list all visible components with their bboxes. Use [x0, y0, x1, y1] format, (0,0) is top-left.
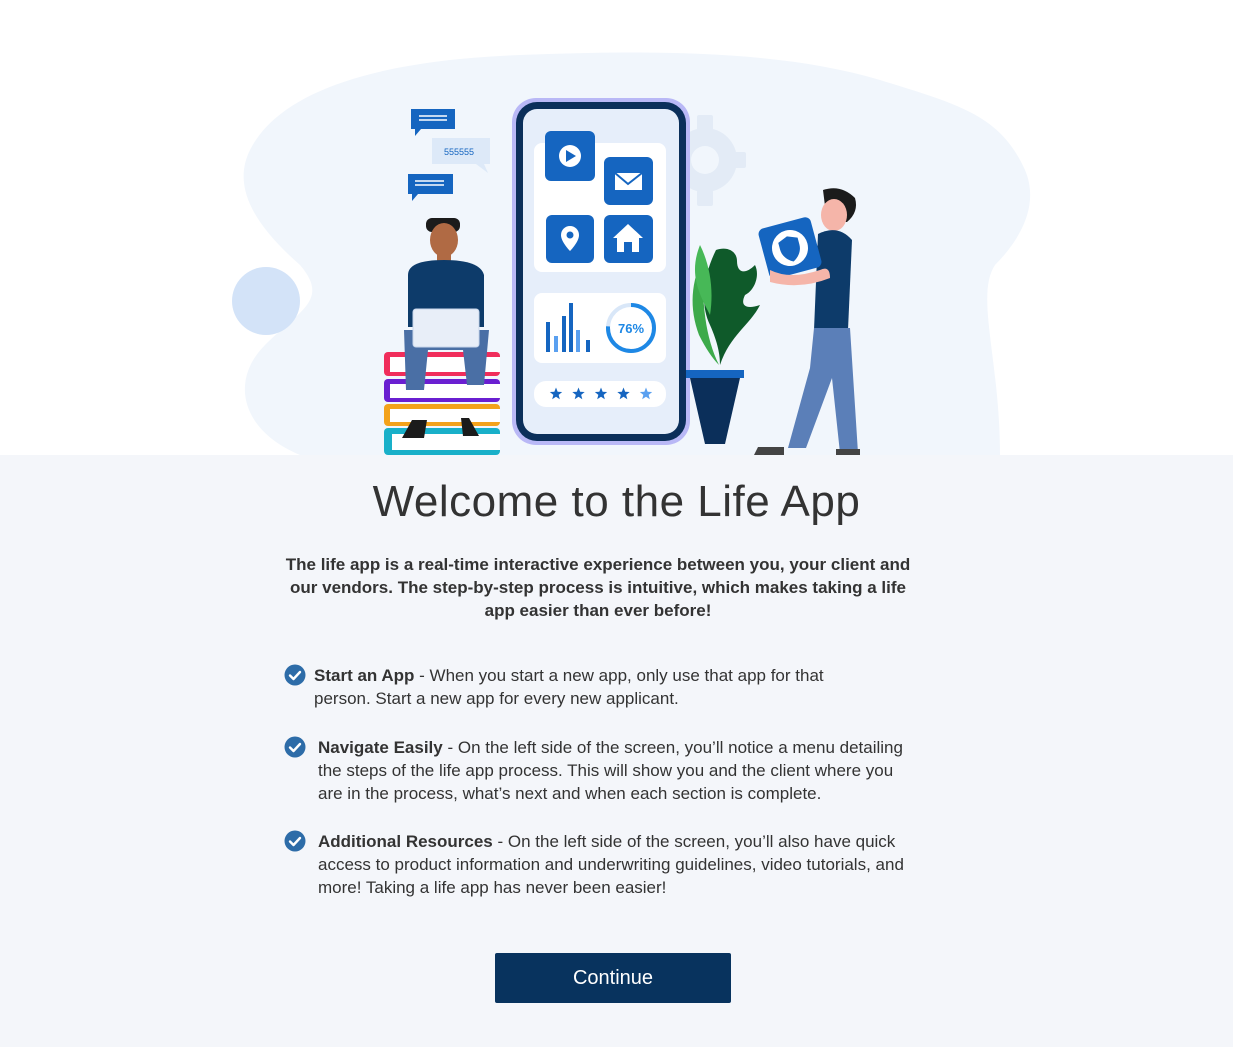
- phone-mockup: 76%: [512, 98, 690, 445]
- illustration-svg: 555555 76%: [232, 52, 1031, 455]
- progress-label: 76%: [618, 321, 644, 336]
- intro-text: The life app is a real-time interactive …: [285, 555, 911, 620]
- feature-term: Additional Resources: [318, 832, 493, 851]
- feature-text: Start an App - When you start a new app,…: [314, 664, 864, 710]
- chat-bubble-text: 555555: [444, 147, 474, 157]
- feature-navigate-easily: Navigate Easily - On the left side of th…: [284, 736, 924, 805]
- feature-term: Navigate Easily: [318, 738, 443, 757]
- feature-text: Navigate Easily - On the left side of th…: [318, 736, 922, 805]
- feature-term: Start an App: [314, 666, 415, 685]
- stats-card: [534, 293, 666, 363]
- page-title: Welcome to the Life App: [372, 477, 861, 526]
- check-circle-icon: [284, 830, 306, 852]
- check-circle-icon: [284, 664, 306, 686]
- feature-start-app: Start an App - When you start a new app,…: [284, 664, 864, 710]
- feature-additional-resources: Additional Resources - On the left side …: [284, 830, 924, 899]
- hero-illustration: 555555 76%: [0, 0, 1233, 455]
- check-circle-icon: [284, 736, 306, 758]
- decorative-circle: [232, 267, 300, 335]
- feature-text: Additional Resources - On the left side …: [318, 830, 922, 899]
- welcome-content: Welcome to the Life App The life app is …: [0, 455, 1233, 1047]
- continue-button[interactable]: Continue: [495, 953, 731, 1003]
